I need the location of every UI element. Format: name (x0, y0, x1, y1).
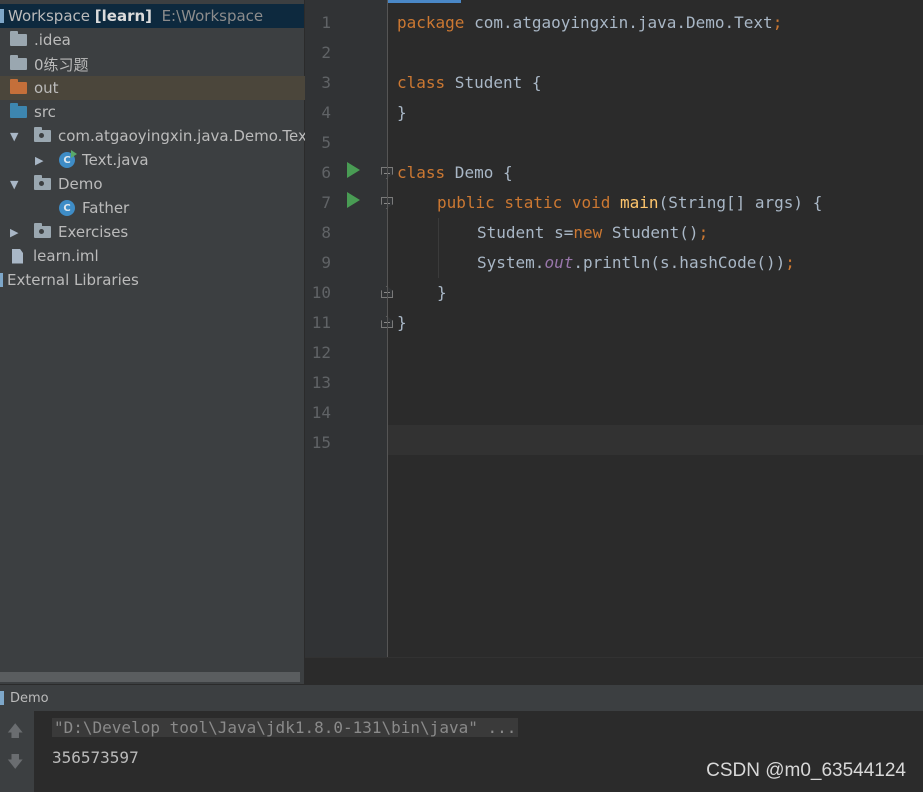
iml-file-icon (12, 248, 23, 264)
java-class-icon: C (59, 150, 77, 168)
tree-item-idea[interactable]: .idea (0, 28, 314, 52)
gutter-separator (387, 0, 388, 657)
run-panel-header[interactable]: Demo (0, 684, 923, 711)
code-line-7[interactable]: public static void main(String[] args) { (437, 188, 822, 218)
line-number: 5 (321, 133, 331, 152)
line-number: 10 (311, 283, 331, 302)
tree-item-label: Demo (58, 175, 103, 193)
tree-item-learn-iml[interactable]: learn.iml (0, 244, 314, 268)
code-line-11[interactable]: } (397, 308, 407, 338)
code-editor[interactable]: 1 2 3 4 5 6 7 8 9 10 11 12 13 14 15 pack… (305, 0, 923, 685)
root-name: Workspace (8, 7, 90, 25)
console-output-value: 356573597 (52, 748, 139, 767)
line-number: 14 (311, 403, 331, 422)
tree-item-label: .idea (34, 31, 71, 49)
tree-root-workspace[interactable]: Workspace [learn] E:\Workspace (0, 4, 304, 28)
source-folder-icon (10, 103, 27, 118)
arrow-down-icon[interactable]: 🡇 (7, 751, 23, 778)
root-module: [learn] (94, 7, 153, 25)
run-tab-title[interactable]: Demo (10, 691, 49, 706)
tree-item-label: com.atgaoyingxin.java.Demo.Text (58, 127, 313, 145)
line-number: 7 (321, 193, 331, 212)
line-number: 6 (321, 163, 331, 182)
line-number: 1 (321, 13, 331, 32)
caret-row-highlight (388, 425, 923, 455)
console-command: "D:\Develop tool\Java\jdk1.8.0-131\bin\j… (52, 718, 519, 737)
run-panel-toolbar: 🡅 🡇 (0, 711, 34, 792)
line-number: 11 (311, 313, 331, 332)
line-number: 13 (311, 373, 331, 392)
tree-item-src[interactable]: src (0, 100, 314, 124)
java-class-icon: C (59, 200, 75, 216)
package-icon (34, 223, 51, 238)
module-icon (0, 9, 4, 23)
tree-item-out[interactable]: out (0, 76, 314, 100)
code-line-8[interactable]: Student s=new Student(); (477, 218, 708, 248)
code-line-4[interactable]: } (397, 98, 407, 128)
line-number: 2 (321, 43, 331, 62)
code-line-1[interactable]: package com.atgaoyingxin.java.Demo.Text; (397, 8, 782, 38)
code-line-9[interactable]: System.out.println(s.hashCode()); (477, 248, 795, 278)
editor-bottom-strip (305, 657, 923, 685)
tree-item-label: out (34, 79, 59, 97)
tree-item-label: learn.iml (33, 247, 99, 265)
tree-item-text-java[interactable]: ▶ C Text.java (0, 148, 339, 172)
expand-arrow-right-icon[interactable]: ▶ (35, 154, 47, 167)
tree-item-label: External Libraries (7, 271, 139, 289)
line-number: 3 (321, 73, 331, 92)
tree-item-label: 0练习题 (34, 55, 89, 74)
editor-gutter: 1 2 3 4 5 6 7 8 9 10 11 12 13 14 15 (305, 0, 393, 657)
run-main-icon[interactable] (347, 192, 360, 208)
folder-icon (10, 55, 27, 70)
package-icon (34, 127, 51, 142)
tree-horizontal-scrollbar[interactable] (0, 672, 300, 682)
tree-item-package[interactable]: ▼ com.atgaoyingxin.java.Demo.Text (0, 124, 314, 148)
tree-item-exercises-cn[interactable]: 0练习题 (0, 52, 314, 76)
library-icon (0, 273, 3, 287)
root-path: E:\Workspace (161, 7, 264, 25)
tree-item-label: src (34, 103, 56, 121)
console-output-line: 356573597 (52, 744, 139, 772)
line-number: 4 (321, 103, 331, 122)
line-number: 15 (311, 433, 331, 452)
code-line-3[interactable]: class Student { (397, 68, 542, 98)
expand-arrow-down-icon[interactable]: ▼ (10, 178, 22, 191)
package-icon (34, 175, 51, 190)
project-tool-window: Workspace [learn] E:\Workspace .idea 0练习… (0, 0, 314, 684)
expand-arrow-down-icon[interactable]: ▼ (10, 130, 22, 143)
tree-item-demo[interactable]: ▼ Demo (0, 172, 314, 196)
expand-arrow-right-icon[interactable]: ▶ (10, 226, 22, 239)
tree-item-exercises[interactable]: ▶ Exercises (0, 220, 314, 244)
indent-guide (438, 218, 439, 278)
line-number: 8 (321, 223, 331, 242)
code-line-6[interactable]: class Demo { (397, 158, 513, 188)
arrow-up-icon[interactable]: 🡅 (7, 720, 23, 747)
tree-item-label: Exercises (58, 223, 129, 241)
folder-icon (10, 31, 27, 46)
run-config-icon (0, 691, 4, 705)
excluded-folder-icon (10, 79, 27, 94)
code-line-10[interactable]: } (437, 278, 447, 308)
watermark-text: CSDN @m0_63544124 (706, 760, 906, 781)
line-number: 12 (311, 343, 331, 362)
tree-item-label: Text.java (82, 151, 149, 169)
tree-item-label: Father (82, 199, 130, 217)
run-class-icon[interactable] (347, 162, 360, 178)
line-number: 9 (321, 253, 331, 272)
tree-item-external-libraries[interactable]: External Libraries (0, 268, 304, 292)
console-command-line: "D:\Develop tool\Java\jdk1.8.0-131\bin\j… (52, 714, 519, 742)
